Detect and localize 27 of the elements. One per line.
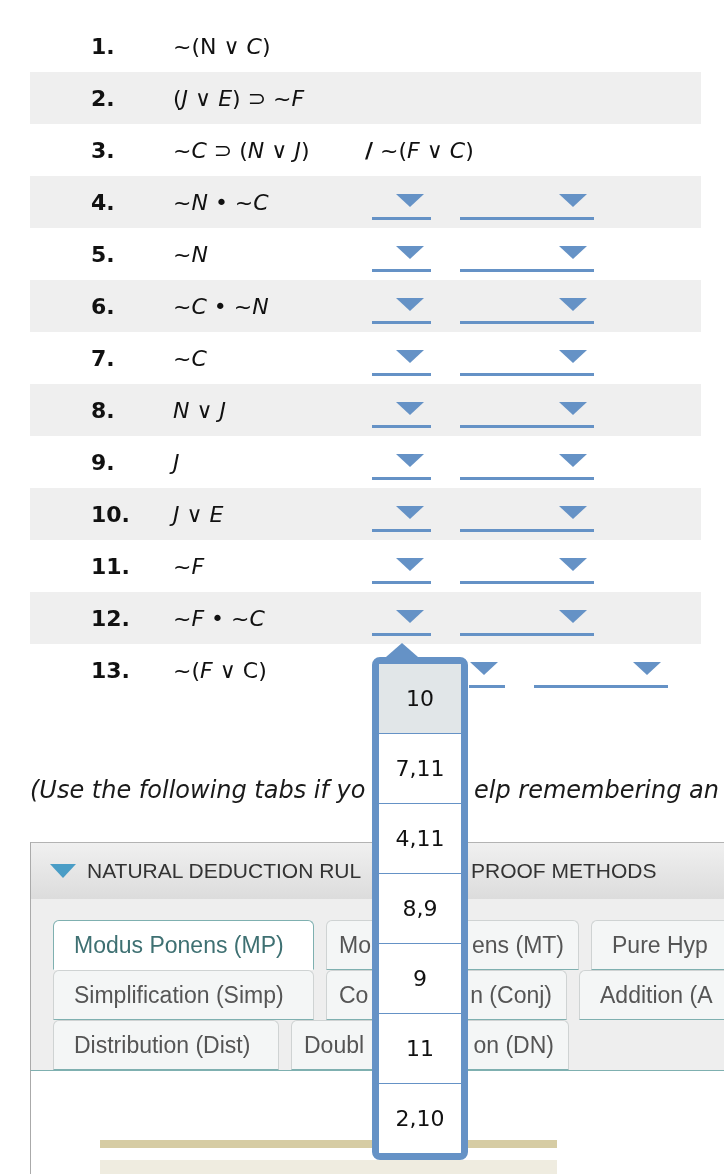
formula-text: ~F • ~C <box>173 605 266 631</box>
formula-text: ~C • ~N <box>173 293 270 319</box>
line-number: 5. <box>91 241 116 267</box>
line-number: 4. <box>91 189 116 215</box>
line-number: 3. <box>91 137 116 163</box>
line-number: 10. <box>91 501 131 527</box>
line-number: 12. <box>91 605 131 631</box>
formula-text: ~(F ∨ C) <box>173 657 268 683</box>
formula-text: ~C ⊃ (N ∨ J) <box>173 137 311 163</box>
line-number: 7. <box>91 345 116 371</box>
line-number: 13. <box>91 657 131 683</box>
line-number: 1. <box>91 33 116 59</box>
formula-text: (J ∨ E) ⊃ ~F <box>173 85 306 111</box>
formula-text: ~N <box>173 241 209 267</box>
note-text: elp remembering an <box>474 776 719 804</box>
formula-text: ~C <box>173 345 208 371</box>
formula-text: ~(N ∨ C) <box>173 33 272 59</box>
line-number: 11. <box>91 553 131 579</box>
formula-text: ~N • ~C <box>173 189 270 215</box>
conclusion-text: / ~(F ∨ C) <box>365 137 474 163</box>
line-number: 9. <box>91 449 116 475</box>
formula-text: ~F <box>173 553 206 579</box>
line-number: 8. <box>91 397 116 423</box>
line-number: 6. <box>91 293 116 319</box>
line-number: 2. <box>91 85 116 111</box>
note-text: (Use the following tabs if yo <box>30 776 366 804</box>
formula-text: N ∨ J <box>173 397 228 423</box>
